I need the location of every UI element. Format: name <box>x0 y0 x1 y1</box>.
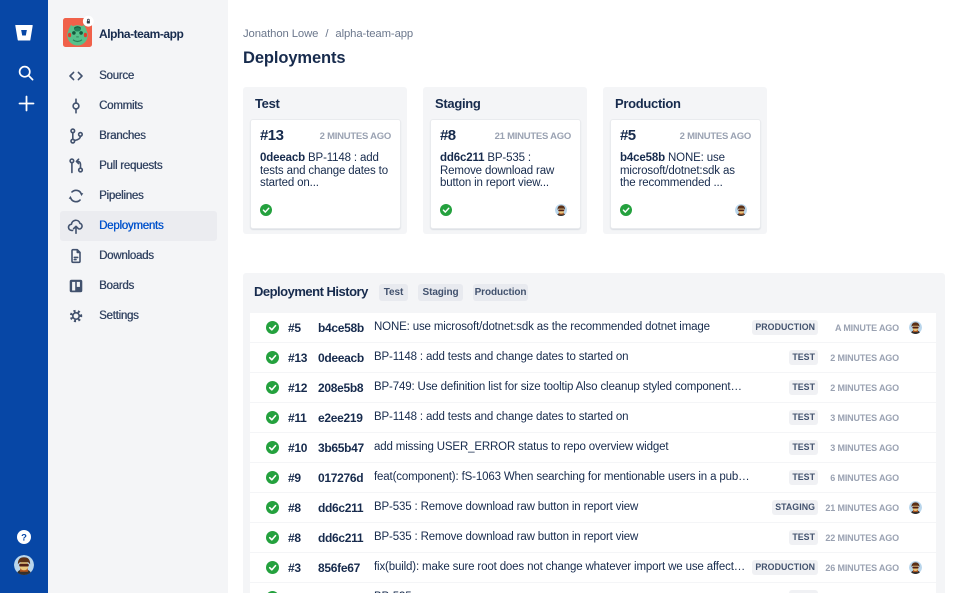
svg-text:?: ? <box>21 532 27 543</box>
